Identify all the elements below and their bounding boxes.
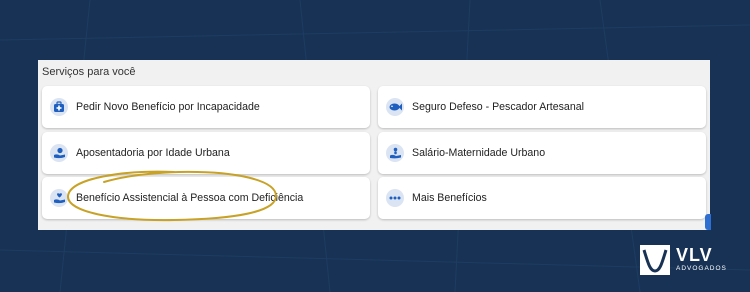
section-title: Serviços para você	[42, 66, 136, 78]
hand-coin-icon	[50, 144, 68, 162]
service-bpc-deficiencia[interactable]: Benefício Assistencial à Pessoa com Defi…	[42, 177, 370, 219]
service-label: Salário-Maternidade Urbano	[412, 147, 546, 159]
logo-subtitle: ADVOGADOS	[676, 265, 727, 272]
baby-hand-icon	[386, 144, 404, 162]
more-dots-icon	[386, 189, 404, 207]
logo-name: VLV	[676, 245, 713, 265]
service-seguro-defeso[interactable]: Seguro Defeso - Pescador Artesanal	[378, 86, 706, 128]
service-salario-maternidade[interactable]: Salário-Maternidade Urbano	[378, 132, 706, 174]
vlv-logo-mark	[640, 245, 670, 275]
service-mais-beneficios[interactable]: Mais Benefícios	[378, 177, 706, 219]
hand-person-icon	[50, 189, 68, 207]
service-aposentadoria-idade[interactable]: Aposentadoria por Idade Urbana	[42, 132, 370, 174]
vlv-logo: VLV ADVOGADOS	[640, 245, 727, 275]
service-label: Benefício Assistencial à Pessoa com Defi…	[76, 192, 304, 204]
medical-kit-icon	[50, 98, 68, 116]
service-label: Seguro Defeso - Pescador Artesanal	[412, 101, 584, 113]
fish-icon	[386, 98, 404, 116]
side-tab[interactable]	[705, 214, 711, 230]
service-label: Aposentadoria por Idade Urbana	[76, 147, 230, 159]
services-card: Serviços para você Pedir Novo Benefício …	[38, 60, 710, 230]
service-new-incapacity-benefit[interactable]: Pedir Novo Benefício por Incapacidade	[42, 86, 370, 128]
service-label: Pedir Novo Benefício por Incapacidade	[76, 101, 260, 113]
service-label: Mais Benefícios	[412, 192, 487, 204]
